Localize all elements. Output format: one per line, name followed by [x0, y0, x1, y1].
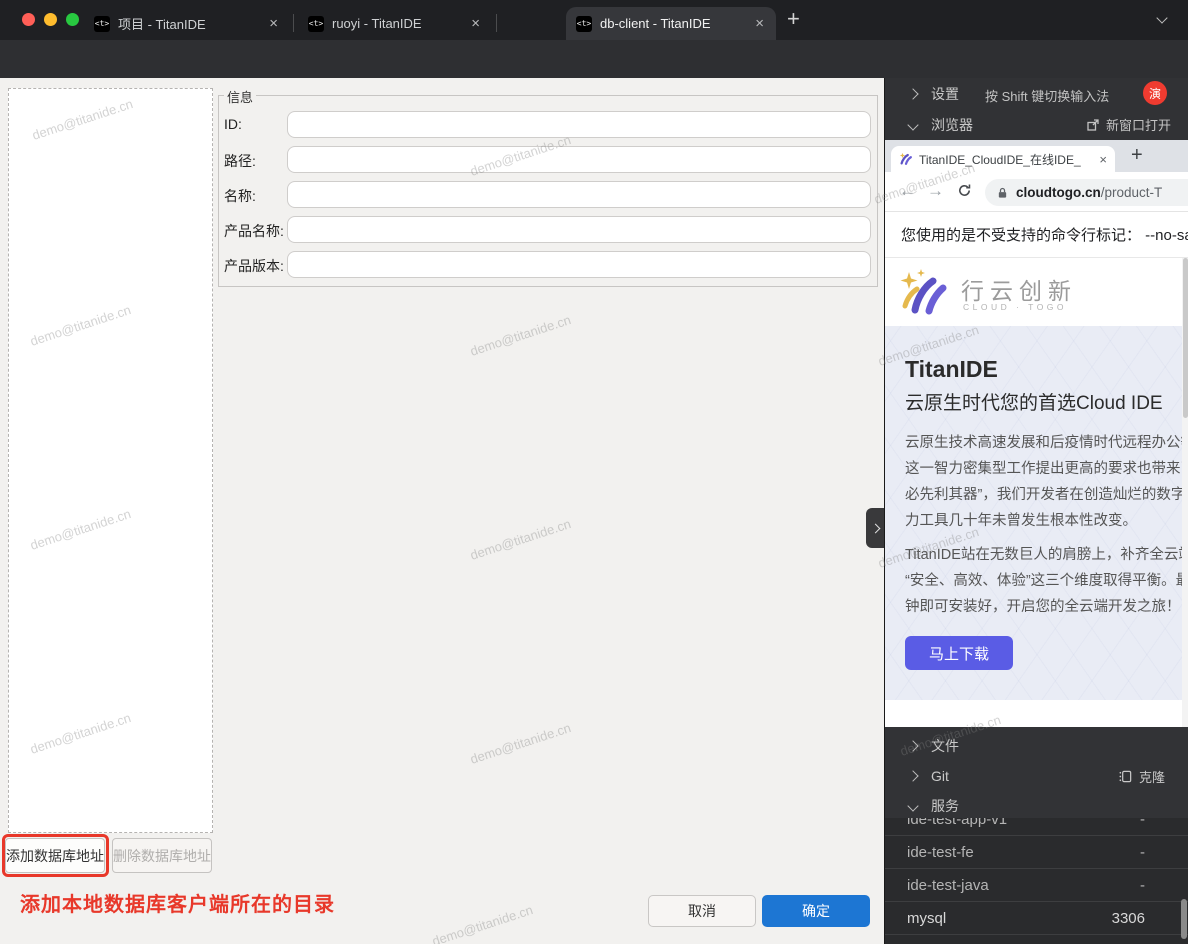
product-name-input[interactable] — [287, 216, 871, 243]
download-now-button[interactable]: 马上下载 — [905, 636, 1013, 670]
field-label-id: ID: — [224, 116, 242, 132]
browser-label: 浏览器 — [931, 115, 973, 135]
service-row[interactable]: ide-test-fe - — [885, 836, 1188, 869]
embedded-tab-strip: TitanIDE_CloudIDE_在线IDE_ × + — [885, 140, 1188, 172]
field-label-product-name: 产品名称: — [224, 221, 284, 241]
name-input[interactable] — [287, 181, 871, 208]
embedded-scrollbar[interactable] — [1182, 258, 1188, 727]
open-external-icon — [1086, 118, 1100, 132]
chevron-right-icon — [907, 88, 918, 99]
tab-strip: <t> 项目 - TitanIDE × <t> ruoyi - TitanIDE… — [0, 0, 1188, 40]
open-new-window-button[interactable]: 新窗口打开 — [1086, 109, 1171, 140]
tab-db-client[interactable]: <t> db-client - TitanIDE × — [566, 7, 776, 40]
service-row[interactable]: ide-test-app-v1 - — [885, 818, 1188, 836]
browser-toolbar: ← → try.titanide.cn/ide/web/coding/db-cl… — [0, 40, 1188, 78]
paragraph-2: TitanIDE站在无数巨人的肩膀上，补齐全云端 “安全、高效、体验”这三个维度… — [905, 542, 1188, 620]
embedded-forward-icon[interactable]: → — [927, 182, 944, 200]
hero-section: TitanIDE 云原生时代您的首选Cloud IDE 云原生技术高速发展和后疫… — [885, 326, 1188, 700]
files-label: 文件 — [931, 736, 959, 756]
product-version-input[interactable] — [287, 251, 871, 278]
sandbox-warning-bar: 您使用的是不受支持的命令行标记： --no-sand — [885, 212, 1188, 258]
embedded-back-icon[interactable]: ← — [899, 182, 916, 200]
embedded-new-tab-button[interactable]: + — [1131, 144, 1143, 167]
info-legend: 信息 — [224, 87, 256, 106]
db-client-page: 信息 ID: 路径: 名称: 产品名称: 产品版本: 添加数据库地址 删除数据库… — [0, 78, 884, 944]
cloudtogo-favicon-icon — [899, 152, 913, 166]
tab-title: 项目 - TitanIDE — [118, 14, 259, 33]
annotation-text: 添加本地数据库客户端所在的目录 — [20, 888, 335, 917]
cloudtogo-logo-icon — [899, 268, 951, 316]
clone-icon — [1118, 769, 1133, 784]
ide-sections-panel: 文件 Git 克隆 服务 ide-test-app-v1 - — [885, 727, 1188, 944]
chevron-down-icon — [907, 119, 918, 130]
section-files[interactable]: 文件 — [885, 731, 1188, 761]
git-label: Git — [931, 768, 949, 784]
cancel-button[interactable]: 取消 — [648, 895, 756, 927]
traffic-light-maximize-icon[interactable] — [66, 13, 79, 26]
tab-close-icon[interactable]: × — [469, 16, 482, 31]
sandbox-warning-text: 您使用的是不受支持的命令行标记： --no-sand — [901, 224, 1188, 245]
tab-search-chevron-icon[interactable] — [1156, 12, 1167, 23]
section-browser[interactable]: 浏览器 新窗口打开 — [885, 109, 1188, 140]
service-row-mysql[interactable]: mysql 3306 — [885, 902, 1188, 935]
panel-collapse-handle[interactable] — [866, 508, 884, 548]
embedded-tab-close-icon[interactable]: × — [1099, 152, 1107, 167]
brand-name: 行云创新 — [961, 272, 1077, 306]
field-label-name: 名称: — [224, 186, 256, 206]
chevron-right-icon — [907, 740, 918, 751]
service-list: ide-test-app-v1 - ide-test-fe - ide-test… — [885, 818, 1188, 944]
git-clone-button[interactable]: 克隆 — [1118, 761, 1165, 791]
embedded-tab-title: TitanIDE_CloudIDE_在线IDE_ — [919, 151, 1093, 168]
page-title: TitanIDE — [905, 356, 998, 383]
tab-title: ruoyi - TitanIDE — [332, 16, 461, 31]
add-database-path-button[interactable]: 添加数据库地址 — [5, 838, 105, 873]
database-path-list[interactable] — [8, 88, 213, 833]
embedded-page-content: 行云创新 CLOUD · TOGO TitanIDE 云原生时代您的首选Clou… — [885, 258, 1188, 727]
new-tab-button[interactable]: + — [787, 8, 800, 30]
remove-database-path-button[interactable]: 删除数据库地址 — [112, 838, 212, 873]
service-row[interactable]: ide-test-java - — [885, 869, 1188, 902]
tab-separator — [496, 14, 497, 32]
page-subtitle: 云原生时代您的首选Cloud IDE — [905, 388, 1163, 415]
path-input[interactable] — [287, 146, 871, 173]
tab-ruoyi[interactable]: <t> ruoyi - TitanIDE × — [298, 7, 492, 40]
tab-close-icon[interactable]: × — [753, 16, 766, 31]
section-git[interactable]: Git 克隆 — [885, 761, 1188, 791]
lock-icon — [997, 187, 1008, 199]
embedded-tab[interactable]: TitanIDE_CloudIDE_在线IDE_ × — [891, 146, 1115, 172]
browser-window: <t> 项目 - TitanIDE × <t> ruoyi - TitanIDE… — [0, 0, 1188, 944]
embedded-url-path: /product-T — [1101, 185, 1163, 200]
settings-label: 设置 — [931, 84, 959, 104]
section-services[interactable]: 服务 — [885, 791, 1188, 821]
embedded-address-bar[interactable]: cloudtogo.cn/product-T — [985, 179, 1188, 206]
embedded-reload-icon[interactable] — [957, 183, 972, 202]
titanide-favicon-icon: <t> — [576, 16, 592, 32]
traffic-light-minimize-icon[interactable] — [44, 13, 57, 26]
panel-scrollbar-thumb[interactable] — [1181, 899, 1187, 939]
paragraph-1: 云原生技术高速发展和后疫情时代远程办公等 这一智力密集型工作提出更高的要求也带来… — [905, 430, 1188, 534]
embedded-url-host: cloudtogo.cn — [1016, 185, 1101, 200]
traffic-light-close-icon[interactable] — [22, 13, 35, 26]
ide-side-panel: 设置 按 Shift 键切换输入法 浏览器 新窗口打开 TitanIDE_Clo… — [884, 78, 1188, 944]
ok-button[interactable]: 确定 — [762, 895, 870, 927]
chevron-down-icon — [907, 800, 918, 811]
services-label: 服务 — [931, 796, 959, 816]
demo-badge: 演 — [1143, 81, 1167, 105]
embedded-toolbar: ← → cloudtogo.cn/product-T — [885, 172, 1188, 212]
tab-separator — [293, 14, 294, 32]
titanide-favicon-icon: <t> — [94, 16, 110, 32]
tab-title: db-client - TitanIDE — [600, 16, 745, 31]
ime-hint: 按 Shift 键切换输入法 — [985, 86, 1109, 105]
tab-close-icon[interactable]: × — [267, 16, 280, 31]
tab-project[interactable]: <t> 项目 - TitanIDE × — [84, 7, 290, 40]
brand-subtitle: CLOUD · TOGO — [963, 302, 1067, 312]
id-input[interactable] — [287, 111, 871, 138]
field-label-product-version: 产品版本: — [224, 256, 284, 276]
field-label-path: 路径: — [224, 151, 256, 171]
chevron-right-icon — [907, 770, 918, 781]
titanide-favicon-icon: <t> — [308, 16, 324, 32]
brand-header: 行云创新 CLOUD · TOGO — [885, 258, 1188, 326]
